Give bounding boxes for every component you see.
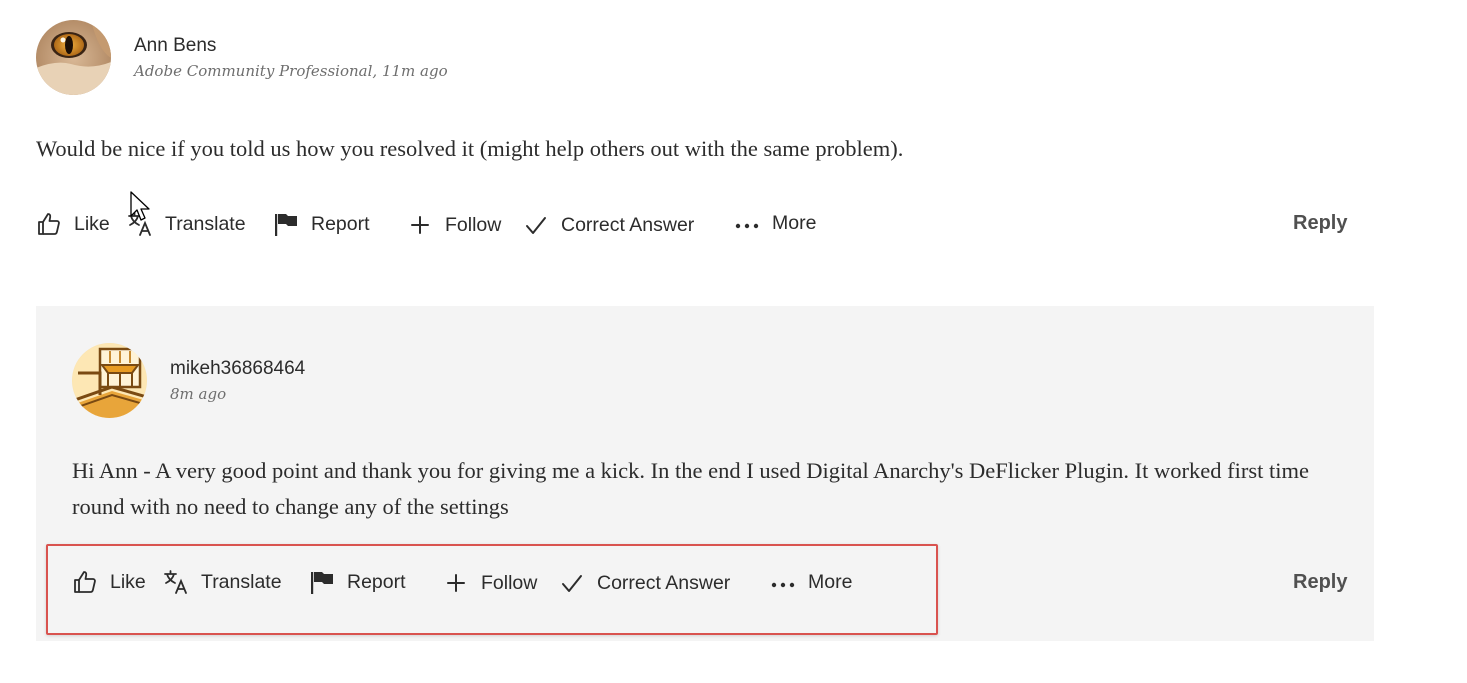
correct-answer-label: Correct Answer: [597, 571, 731, 594]
checkmark-icon: [559, 570, 585, 596]
report-label: Report: [311, 212, 370, 235]
mouse-cursor-icon: [129, 190, 151, 222]
reply-button[interactable]: Reply: [1293, 571, 1347, 594]
translate-icon: [163, 569, 189, 595]
more-button[interactable]: More: [770, 569, 852, 595]
ellipsis-icon: [734, 210, 760, 236]
ellipsis-icon: [770, 569, 796, 595]
translate-button[interactable]: Translate: [163, 569, 282, 595]
user-avatar[interactable]: [36, 20, 111, 95]
correct-answer-button[interactable]: Correct Answer: [559, 570, 730, 596]
follow-button[interactable]: Follow: [443, 570, 537, 596]
checkmark-icon: [523, 212, 549, 238]
plus-icon: [443, 570, 469, 596]
follow-label: Follow: [481, 571, 538, 594]
correct-answer-button[interactable]: Correct Answer: [523, 212, 694, 238]
report-label: Report: [347, 570, 406, 593]
reply-body: Hi Ann - A very good point and thank you…: [72, 458, 1309, 519]
like-label: Like: [74, 212, 110, 235]
reply-button[interactable]: Reply: [1293, 212, 1347, 235]
like-label: Like: [110, 570, 146, 593]
follow-label: Follow: [445, 213, 502, 236]
building-avatar-icon: [72, 343, 147, 418]
author-name[interactable]: Ann Bens: [134, 35, 216, 57]
post: Ann Bens Adobe Community Professional, 1…: [0, 0, 1467, 290]
cat-eye-avatar-icon: [36, 20, 111, 95]
author-meta: 8m ago: [170, 385, 227, 403]
thumbs-up-icon: [72, 569, 98, 595]
report-button[interactable]: Report: [273, 211, 370, 237]
author-name[interactable]: mikeh36868464: [170, 358, 305, 380]
follow-button[interactable]: Follow: [407, 212, 501, 238]
translate-label: Translate: [165, 212, 246, 235]
flag-icon: [273, 211, 299, 237]
plus-icon: [407, 212, 433, 238]
post-body: Would be nice if you told us how you res…: [36, 136, 904, 161]
author-meta: Adobe Community Professional, 11m ago: [134, 62, 448, 80]
like-button[interactable]: Like: [72, 569, 146, 595]
thumbs-up-icon: [36, 211, 62, 237]
translate-label: Translate: [201, 570, 282, 593]
correct-answer-label: Correct Answer: [561, 213, 695, 236]
like-button[interactable]: Like: [36, 211, 110, 237]
flag-icon: [309, 569, 335, 595]
user-avatar[interactable]: [72, 343, 147, 418]
more-button[interactable]: More: [734, 210, 816, 236]
more-label: More: [808, 570, 853, 593]
more-label: More: [772, 211, 817, 234]
report-button[interactable]: Report: [309, 569, 406, 595]
